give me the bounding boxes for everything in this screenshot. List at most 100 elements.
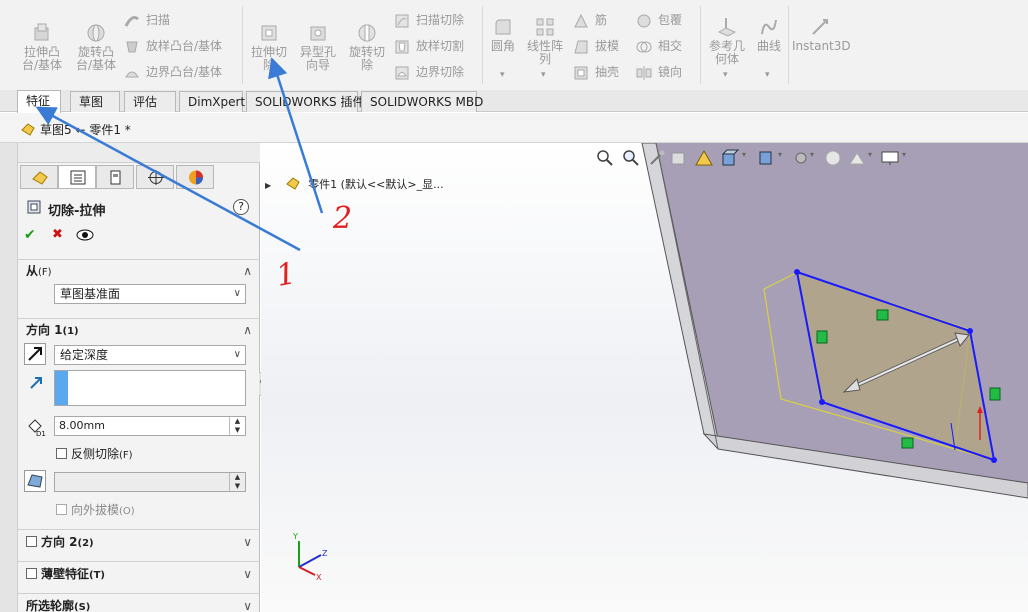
direction2-checkbox[interactable]	[26, 536, 37, 547]
draft-angle-icon	[27, 474, 43, 488]
mirror-label: 镜向	[658, 65, 683, 79]
intersect-button[interactable]: 相交	[636, 35, 682, 57]
shell-button[interactable]: 抽壳	[573, 61, 619, 83]
flip-side-checkbox[interactable]: 反侧切除(F)	[56, 445, 133, 462]
ok-button[interactable]: ✔	[24, 227, 36, 243]
end-condition-select[interactable]: 给定深度 ∨	[54, 345, 246, 365]
direction1-section-header[interactable]: 方向 1(1) ∧	[18, 318, 260, 340]
flip-side-key: (F)	[119, 450, 133, 461]
expand-triangle-icon[interactable]: ▶	[265, 181, 271, 190]
pm-grip[interactable]	[18, 143, 260, 163]
wrap-button[interactable]: 包覆	[636, 9, 682, 31]
chevron-down-icon[interactable]: ▾	[868, 150, 872, 159]
swept-cut-icon	[395, 14, 409, 27]
hole-wizard-button[interactable]: 异型孔向导	[296, 22, 340, 72]
tab-features[interactable]: 特征	[17, 90, 61, 113]
zoom-to-fit-icon[interactable]	[596, 149, 614, 167]
boundary-boss-button[interactable]: 边界凸台/基体	[124, 61, 222, 83]
chevron-down-icon[interactable]: ▾	[742, 150, 746, 159]
draft-button[interactable]: 拔模	[573, 35, 619, 57]
reference-geometry-button[interactable]: 参考几何体	[704, 16, 750, 66]
hole-wizard-label: 异型孔向导	[300, 45, 337, 72]
loft-cut-icon	[395, 40, 409, 53]
fillet-dropdown-icon[interactable]: ▾	[500, 70, 505, 80]
chevron-up-icon: ∧	[243, 323, 252, 337]
edit-appearance-icon[interactable]	[824, 149, 842, 167]
direction2-key: (2)	[77, 538, 94, 549]
mirror-button[interactable]: 镜向	[636, 61, 682, 83]
draft-label: 拔模	[595, 39, 620, 53]
selection-focus-bar	[55, 371, 68, 405]
thin-feature-checkbox[interactable]	[26, 568, 37, 579]
from-section-header[interactable]: 从(F) ∧	[18, 259, 260, 281]
from-section-key: (F)	[38, 267, 52, 278]
draft-icon	[574, 40, 588, 53]
tab-evaluate[interactable]: 评估	[124, 91, 176, 112]
spin-arrows-icon[interactable]: ▲ ▼	[229, 417, 245, 435]
curves-button[interactable]: 曲线	[752, 16, 786, 53]
curves-icon	[761, 19, 777, 35]
curves-dropdown-icon[interactable]: ▾	[765, 70, 770, 80]
from-select[interactable]: 草图基准面 ∨	[54, 284, 246, 304]
linear-pattern-button[interactable]: 线性阵列	[524, 16, 566, 66]
tab-dimxpert[interactable]: DimXpert	[179, 91, 245, 112]
boundary-cut-label: 边界切除	[416, 65, 465, 79]
view-orientation-icon[interactable]	[720, 149, 740, 167]
loft-boss-button[interactable]: 放样凸台/基体	[124, 35, 222, 57]
rib-button[interactable]: 筋	[573, 9, 607, 31]
spin-arrows-icon[interactable]: ▲ ▼	[229, 473, 245, 491]
boundary-cut-button[interactable]: 边界切除	[394, 61, 464, 83]
dynamic-annotation-icon[interactable]	[694, 149, 714, 167]
ref-geometry-dropdown-icon[interactable]: ▾	[723, 70, 728, 80]
tab-feature-manager[interactable]	[20, 165, 58, 189]
cancel-button[interactable]: ✖	[52, 227, 63, 242]
svg-text:Z: Z	[322, 549, 328, 558]
ribbon-separator	[788, 6, 789, 84]
tab-solidworks-mbd[interactable]: SOLIDWORKS MBD	[361, 91, 483, 112]
previous-view-icon[interactable]	[648, 149, 666, 167]
sweep-button[interactable]: 扫描	[124, 9, 170, 31]
direction1-label: 方向 1	[26, 323, 63, 337]
preview-eye-icon[interactable]	[76, 228, 94, 242]
tab-dimxpert-manager[interactable]	[136, 165, 174, 189]
chevron-down-icon[interactable]: ▾	[902, 150, 906, 159]
direction-selection-box[interactable]	[54, 370, 246, 406]
draft-angle-input[interactable]: ▲ ▼	[54, 472, 246, 492]
command-manager-ribbon: 拉伸凸台/基体 旋转凸台/基体 扫描 放样凸台/基体 边界凸台/基体 拉伸切除 …	[0, 0, 1028, 90]
swept-cut-button[interactable]: 扫描切除	[394, 9, 464, 31]
flyout-feature-tree[interactable]: ▶ 零件1 (默认<<默认>_显...	[265, 175, 444, 192]
chevron-down-icon[interactable]: ▾	[810, 150, 814, 159]
extrude-cut-button[interactable]: 拉伸切除	[248, 22, 290, 72]
draft-toggle-button[interactable]	[24, 470, 46, 492]
revolve-boss-button[interactable]: 旋转凸台/基体	[72, 22, 120, 72]
extrude-boss-button[interactable]: 拉伸凸台/基体	[18, 22, 66, 72]
apply-scene-icon[interactable]	[848, 149, 866, 167]
selected-contours-section-header[interactable]: 所选轮廓(S) ∨	[18, 593, 260, 612]
view-settings-icon[interactable]	[880, 149, 900, 167]
tab-sketch[interactable]: 草图	[70, 91, 120, 112]
draft-outward-checkbox[interactable]: 向外拔模(O)	[56, 501, 135, 518]
tab-display-manager[interactable]	[176, 165, 214, 189]
fillet-button[interactable]: 圆角	[486, 16, 520, 53]
zoom-to-area-icon[interactable]	[622, 149, 640, 167]
thin-feature-section-header[interactable]: 薄壁特征(T) ∨	[18, 561, 260, 585]
display-style-icon[interactable]	[756, 149, 776, 167]
section-view-icon[interactable]	[670, 149, 688, 167]
revolve-boss-icon	[87, 24, 105, 42]
loft-cut-button[interactable]: 放样切割	[394, 35, 464, 57]
breadcrumb-text[interactable]: 草图5 ← 零件1 *	[40, 121, 131, 138]
pattern-dropdown-icon[interactable]: ▾	[541, 70, 546, 80]
revolve-cut-button[interactable]: 旋转切除	[345, 22, 389, 72]
wrap-icon	[637, 14, 651, 27]
help-icon[interactable]: ?	[233, 199, 249, 215]
graphics-viewport[interactable]: Y Z X ▶ 零件1 (默认<<默认>_显... ▾ ▾ ▾ ▾ ▾	[261, 143, 1028, 612]
tab-configuration-manager[interactable]	[96, 165, 134, 189]
direction2-section-header[interactable]: 方向 2(2) ∨	[18, 529, 260, 553]
tab-property-manager[interactable]	[58, 165, 96, 189]
depth-input[interactable]: 8.00mm ▲ ▼	[54, 416, 246, 436]
hide-show-items-icon[interactable]	[792, 149, 810, 167]
reverse-direction-button[interactable]	[24, 343, 46, 365]
chevron-down-icon[interactable]: ▾	[778, 150, 782, 159]
tab-solidworks-addins[interactable]: SOLIDWORKS 插件	[246, 91, 364, 112]
instant3d-button[interactable]: Instant3D	[792, 16, 851, 53]
